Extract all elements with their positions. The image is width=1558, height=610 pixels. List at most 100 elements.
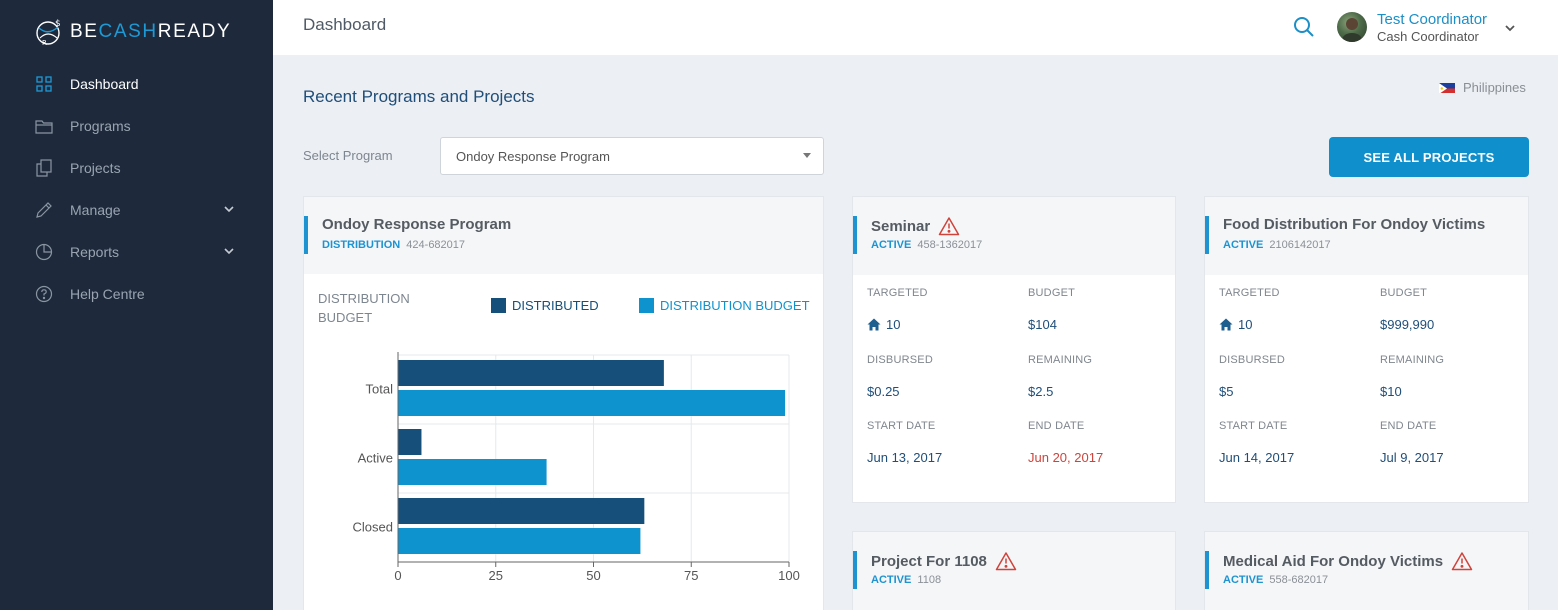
project-status: ACTIVE (1223, 239, 1264, 251)
folder-icon (35, 117, 53, 135)
stat-label: BUDGET (1380, 287, 1428, 299)
sidebar-item-programs[interactable]: Programs (0, 105, 273, 147)
chevron-down-icon[interactable] (223, 203, 235, 215)
card-accent-bar (853, 216, 857, 254)
stat-value: $2.5 (1028, 384, 1054, 399)
select-program-label: Select Program (303, 148, 393, 163)
legend-distribution-budget: DISTRIBUTION BUDGET (639, 298, 810, 313)
stat-disbursed: DISBURSED $0.25 (867, 354, 1017, 399)
chevron-down-icon[interactable] (223, 245, 235, 257)
category-label: Total (366, 382, 394, 397)
stat-label: START DATE (867, 420, 936, 432)
stat-value: $0.25 (867, 384, 900, 399)
copy-icon (35, 159, 53, 177)
stat-end-date: END DATE Jun 20, 2017 (1028, 420, 1178, 465)
stat-label: END DATE (1028, 420, 1085, 432)
project-code: 1108 (917, 574, 942, 586)
stat-value: $104 (1028, 317, 1057, 332)
project-title[interactable]: Medical Aid For Ondoy Victims (1223, 551, 1473, 571)
sidebar-item-label: Manage (70, 202, 121, 218)
see-all-projects-button[interactable]: SEE ALL PROJECTS (1329, 137, 1529, 177)
user-role: Cash Coordinator (1377, 29, 1479, 44)
brand-logo[interactable]: $ R BECASHREADY (34, 16, 231, 48)
project-card-header: Seminar ACTIVE 458-1362017 (853, 197, 1175, 275)
home-icon (867, 318, 881, 331)
stat-disbursed: DISBURSED $5 (1219, 354, 1369, 399)
help-circle-icon (35, 285, 53, 303)
stat-remaining: REMAINING $10 (1380, 354, 1530, 399)
top-header: Dashboard Test Coordinator Cash Coordina… (273, 0, 1558, 55)
sidebar-item-dashboard[interactable]: Dashboard (0, 63, 273, 105)
legend-label: DISTRIBUTION BUDGET (660, 298, 810, 313)
legend-swatch (491, 298, 506, 313)
stat-label: REMAINING (1028, 354, 1093, 366)
stat-label: TARGETED (1219, 287, 1280, 299)
program-title[interactable]: Ondoy Response Program (322, 216, 511, 233)
warning-icon (1451, 552, 1473, 571)
bar-distributed (398, 429, 422, 455)
home-icon (1219, 318, 1233, 331)
card-accent-bar (853, 551, 857, 589)
project-card[interactable]: Food Distribution For Ondoy Victims ACTI… (1204, 196, 1529, 503)
distribution-bar-chart: Total Active Closed 0 25 50 75 100 (353, 352, 800, 583)
stat-value: $999,990 (1380, 317, 1435, 332)
x-tick-label: 25 (489, 568, 503, 583)
stat-label: START DATE (1219, 420, 1288, 432)
card-accent-bar (1205, 216, 1209, 254)
caret-down-icon (803, 153, 811, 158)
grid-icon (35, 75, 53, 93)
category-label: Closed (353, 520, 393, 535)
warning-icon (938, 217, 960, 236)
stat-value: 10 (867, 317, 1017, 332)
sidebar-item-label: Help Centre (70, 286, 145, 302)
project-title[interactable]: Seminar (871, 216, 960, 236)
project-subtitle: ACTIVE 458-1362017 (871, 239, 982, 251)
stat-targeted: TARGETED 10 (867, 287, 1017, 332)
search-icon[interactable] (1293, 16, 1315, 38)
stat-label: DISBURSED (1219, 354, 1285, 366)
project-title[interactable]: Food Distribution For Ondoy Victims (1223, 216, 1485, 233)
x-tick-label: 0 (394, 568, 401, 583)
brand-wordmark: BECASHREADY (70, 21, 232, 42)
project-subtitle: ACTIVE 558-682017 (1223, 574, 1328, 586)
project-title[interactable]: Project For 1108 (871, 551, 1017, 571)
x-tick-label: 100 (778, 568, 800, 583)
svg-text:R: R (42, 39, 47, 47)
chevron-down-icon[interactable] (1503, 21, 1517, 35)
project-card[interactable]: Seminar ACTIVE 458-1362017 TARGETED 10 B… (852, 196, 1176, 503)
stat-budget: BUDGET $104 (1028, 287, 1178, 332)
avatar[interactable] (1337, 12, 1367, 42)
page-title: Dashboard (303, 15, 387, 34)
program-status: DISTRIBUTION (322, 239, 401, 251)
card-accent-bar (304, 216, 308, 254)
sidebar-item-help-centre[interactable]: Help Centre (0, 273, 273, 315)
program-select[interactable]: Ondoy Response Program (440, 137, 824, 175)
stat-remaining: REMAINING $2.5 (1028, 354, 1178, 399)
sidebar-item-label: Reports (70, 244, 120, 260)
project-status: ACTIVE (871, 574, 912, 586)
sidebar-item-label: Dashboard (70, 76, 139, 92)
user-name[interactable]: Test Coordinator (1377, 11, 1487, 28)
stat-label: BUDGET (1028, 287, 1076, 299)
project-subtitle: ACTIVE 1108 (871, 574, 941, 586)
legend-label: DISTRIBUTED (512, 298, 599, 313)
sidebar-item-reports[interactable]: Reports (0, 231, 273, 273)
sidebar-item-manage[interactable]: Manage (0, 189, 273, 231)
legend-distributed: DISTRIBUTED (491, 298, 599, 313)
project-code: 558-682017 (1269, 574, 1329, 586)
project-card[interactable]: Medical Aid For Ondoy Victims ACTIVE 558… (1204, 531, 1529, 610)
program-code: 424-682017 (406, 239, 466, 251)
project-code: 458-1362017 (917, 239, 983, 251)
stat-end-date: END DATE Jul 9, 2017 (1380, 420, 1530, 465)
project-card-header: Project For 1108 ACTIVE 1108 (853, 532, 1175, 610)
sidebar-item-projects[interactable]: Projects (0, 147, 273, 189)
stat-value: Jun 13, 2017 (867, 450, 943, 465)
project-card[interactable]: Project For 1108 ACTIVE 1108 (852, 531, 1176, 610)
sidebar-item-label: Projects (70, 160, 121, 176)
stat-targeted: TARGETED 10 (1219, 287, 1369, 332)
program-card[interactable]: Ondoy Response Program DISTRIBUTION 424-… (303, 196, 824, 610)
project-code: 2106142017 (1269, 239, 1331, 251)
stat-label: TARGETED (867, 287, 928, 299)
legend-swatch (639, 298, 654, 313)
stat-value: $10 (1380, 384, 1402, 399)
